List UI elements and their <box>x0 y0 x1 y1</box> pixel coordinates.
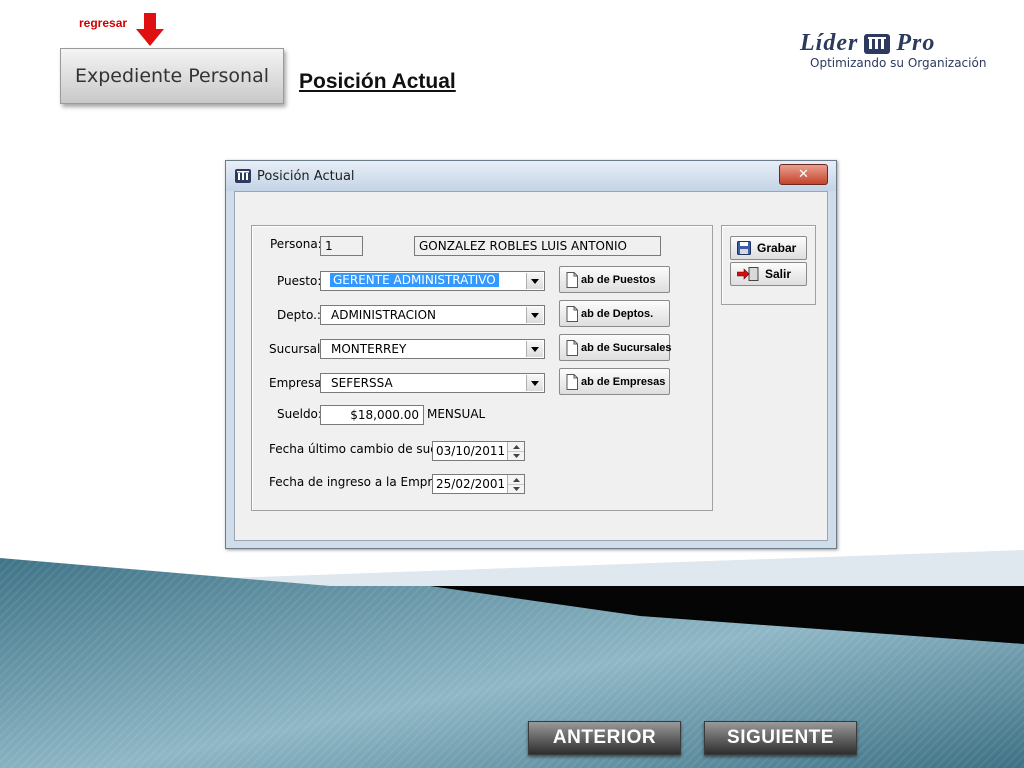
position-form-group: Persona: 1 GONZALEZ ROBLES LUIS ANTONIO … <box>251 225 713 511</box>
chevron-down-icon[interactable] <box>526 273 543 289</box>
posicion-actual-window: Posición Actual ✕ Persona: 1 GONZALEZ RO… <box>225 160 837 549</box>
empresa-value: SEFERSSA <box>331 376 393 390</box>
document-icon <box>566 271 578 288</box>
empresa-label: Empresa: <box>269 376 326 390</box>
save-disk-icon <box>737 241 751 255</box>
app-icon <box>235 169 251 183</box>
sucursal-select[interactable]: MONTERREY <box>320 339 545 359</box>
puestos-button-label: ab de Puestos <box>581 273 656 286</box>
logo-mark-icon <box>864 33 891 54</box>
lider-pro-logo: Líder Pro Optimizando su Organización <box>796 30 986 74</box>
depto-label: Depto.: <box>277 308 321 322</box>
puesto-value: GERENTE ADMINISTRATIVO <box>330 273 499 287</box>
sucursales-button-label: ab de Sucursales <box>581 341 672 354</box>
persona-label: Persona: <box>270 237 322 251</box>
logo-name-part1: Líder <box>800 30 859 56</box>
persona-name-field[interactable]: GONZALEZ ROBLES LUIS ANTONIO <box>414 236 661 256</box>
sueldo-field[interactable]: $18,000.00 <box>320 405 424 425</box>
salir-button[interactable]: Salir <box>730 262 807 286</box>
persona-id-field[interactable]: 1 <box>320 236 363 256</box>
empresas-button[interactable]: ab de Empresas <box>559 368 670 395</box>
sucursal-label: Sucursal: <box>269 342 325 356</box>
document-icon <box>566 339 578 356</box>
logo-tagline: Optimizando su Organización <box>810 56 987 70</box>
fecha-ingreso-datepicker[interactable]: 25/02/2001 <box>432 474 525 494</box>
regresar-link[interactable]: regresar <box>79 16 127 30</box>
siguiente-button[interactable]: SIGUIENTE <box>704 721 857 755</box>
sueldo-period-label: MENSUAL <box>427 407 486 421</box>
grabar-button[interactable]: Grabar <box>730 236 807 260</box>
close-icon[interactable]: ✕ <box>779 164 828 185</box>
deptos-button-label: ab de Deptos. <box>581 307 654 320</box>
puesto-label: Puesto: <box>277 274 322 288</box>
window-titlebar[interactable]: Posición Actual ✕ <box>226 161 836 191</box>
anterior-button[interactable]: ANTERIOR <box>528 721 681 755</box>
window-client-area: Persona: 1 GONZALEZ ROBLES LUIS ANTONIO … <box>234 191 828 541</box>
sucursales-button[interactable]: ab de Sucursales <box>559 334 672 361</box>
fecha-ingreso-value: 25/02/2001 <box>436 477 506 491</box>
sueldo-label: Sueldo: <box>277 407 322 421</box>
puesto-select[interactable]: GERENTE ADMINISTRATIVO <box>320 271 545 291</box>
spinner-arrow-icon[interactable] <box>507 475 524 493</box>
logo-name: Líder Pro <box>800 30 935 57</box>
exit-door-icon <box>737 267 759 281</box>
document-icon <box>566 305 578 322</box>
chevron-down-icon[interactable] <box>526 375 543 391</box>
document-icon <box>566 373 578 390</box>
sucursal-value: MONTERREY <box>331 342 407 356</box>
window-title: Posición Actual <box>257 169 355 184</box>
logo-name-part2: Pro <box>896 30 936 56</box>
slide-title: Posición Actual <box>299 70 456 93</box>
empresa-select[interactable]: SEFERSSA <box>320 373 545 393</box>
decorative-bottom-band <box>0 550 1024 768</box>
expediente-personal-button[interactable]: Expediente Personal <box>60 48 284 104</box>
depto-value: ADMINISTRACION <box>331 308 436 322</box>
fecha-cambio-datepicker[interactable]: 03/10/2011 <box>432 441 525 461</box>
grabar-button-label: Grabar <box>757 241 797 255</box>
spinner-arrow-icon[interactable] <box>507 442 524 460</box>
depto-select[interactable]: ADMINISTRACION <box>320 305 545 325</box>
down-arrow-icon[interactable] <box>134 13 166 47</box>
chevron-down-icon[interactable] <box>526 341 543 357</box>
empresas-button-label: ab de Empresas <box>581 375 666 388</box>
chevron-down-icon[interactable] <box>526 307 543 323</box>
fecha-cambio-value: 03/10/2011 <box>436 444 506 458</box>
puestos-button[interactable]: ab de Puestos <box>559 266 670 293</box>
action-button-group: Grabar Salir <box>721 225 816 305</box>
fecha-ingreso-label: Fecha de ingreso a la Empresa: <box>269 475 458 489</box>
deptos-button[interactable]: ab de Deptos. <box>559 300 670 327</box>
salir-button-label: Salir <box>765 267 792 281</box>
